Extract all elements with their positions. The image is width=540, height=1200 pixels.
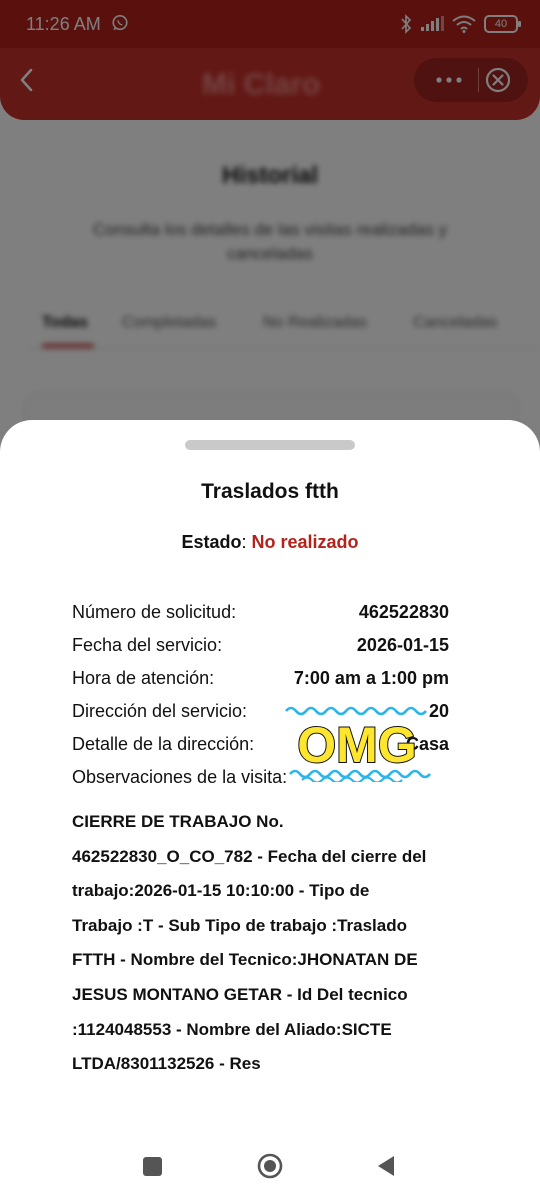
sheet-title: Traslados ftth (201, 480, 339, 503)
detail-label: Dirección del servicio: (72, 701, 248, 721)
home-icon[interactable] (257, 1153, 283, 1179)
observations-line: LTDA/8301132526 - Res (72, 1054, 261, 1074)
detail-label: Número de solicitud: (72, 602, 237, 622)
detail-value: 7:00 am a 1:00 pm (293, 668, 449, 688)
omg-sticker: OMG (285, 704, 431, 782)
observations-line: JESUS MONTANO GETAR - Id Del tecnico (72, 984, 408, 1004)
observations-line: FTTH - Nombre del Tecnico:JHONATAN DE (72, 950, 418, 970)
observations-line: trabajo:2026-01-15 10:10:00 - Tipo de (72, 881, 370, 901)
back-triangle-icon[interactable] (376, 1154, 396, 1178)
estado-line: Estado: No realizado (181, 532, 359, 552)
sticker-text: OMG (297, 717, 416, 773)
observations-text: CIERRE DE TRABAJO No. 462522830_O_CO_782… (72, 805, 472, 1082)
details-bottom-sheet: Traslados ftth Estado: No realizado Núme… (0, 420, 540, 1200)
observations-line: Trabajo :T - Sub Tipo de trabajo :Trasla… (72, 915, 408, 935)
detail-row-hora: Hora de atención: 7:00 am a 1:00 pm (72, 668, 449, 692)
detail-label: Detalle de la dirección: (72, 734, 255, 754)
sheet-drag-handle[interactable] (185, 440, 355, 450)
detail-row-fecha: Fecha del servicio: 2026-01-15 (72, 635, 449, 659)
recent-apps-icon[interactable] (143, 1157, 162, 1176)
observations-line: CIERRE DE TRABAJO No. (72, 812, 284, 831)
observations-line: :1124048553 - Nombre del Aliado:SICTE (72, 1019, 392, 1039)
detail-row-solicitud: Número de solicitud: 462522830 (72, 602, 449, 626)
detail-value: 2026-01-15 (356, 635, 449, 655)
detail-label: Observaciones de la visita: (72, 767, 288, 787)
observations-line: 462522830_O_CO_782 - Fecha del cierre de… (72, 846, 427, 866)
detail-label: Fecha del servicio: (72, 635, 223, 655)
detail-label: Hora de atención: (72, 668, 215, 688)
estado-value: No realizado (251, 532, 359, 552)
detail-value: 462522830 (358, 602, 449, 622)
system-nav-bar (0, 1130, 540, 1200)
estado-label: Estado (181, 532, 242, 552)
